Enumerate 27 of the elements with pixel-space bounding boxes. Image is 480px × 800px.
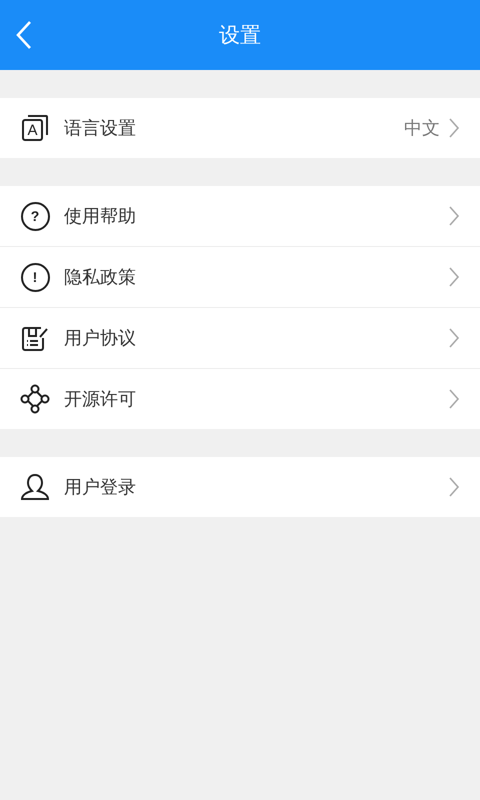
settings-row[interactable]: ? 使用帮助 bbox=[0, 186, 480, 247]
circle-icon: ? bbox=[20, 202, 50, 230]
back-button[interactable] bbox=[14, 20, 34, 50]
chevron-icon bbox=[448, 388, 460, 410]
row-label: 用户登录 bbox=[64, 476, 137, 499]
document-pen-icon bbox=[21, 324, 49, 352]
row-label: 隐私政策 bbox=[64, 266, 137, 289]
chevron-icon bbox=[448, 476, 460, 498]
user-icon bbox=[20, 472, 50, 502]
back-icon bbox=[14, 20, 34, 50]
settings-row[interactable]: 用户登录 bbox=[0, 457, 480, 517]
chevron-icon bbox=[448, 266, 460, 288]
row-label: 语言设置 bbox=[64, 117, 137, 140]
row-label: 开源许可 bbox=[64, 388, 137, 411]
row-label: 使用帮助 bbox=[64, 205, 137, 228]
settings-row[interactable]: 开源许可 bbox=[0, 369, 480, 429]
row-value: 中文 bbox=[404, 117, 440, 140]
settings-row[interactable]: ! 隐私政策 bbox=[0, 247, 480, 308]
chevron-icon bbox=[448, 205, 460, 227]
chevron-icon bbox=[448, 327, 460, 349]
nodes-icon bbox=[20, 384, 50, 414]
page-title: 设置 bbox=[219, 22, 261, 49]
settings-row[interactable]: A 语言设置 中文 bbox=[0, 98, 480, 158]
settings-row[interactable]: 用户协议 bbox=[0, 308, 480, 369]
chevron-icon bbox=[448, 117, 460, 139]
circle-icon: ! bbox=[20, 262, 50, 292]
row-label: 用户协议 bbox=[64, 327, 137, 350]
